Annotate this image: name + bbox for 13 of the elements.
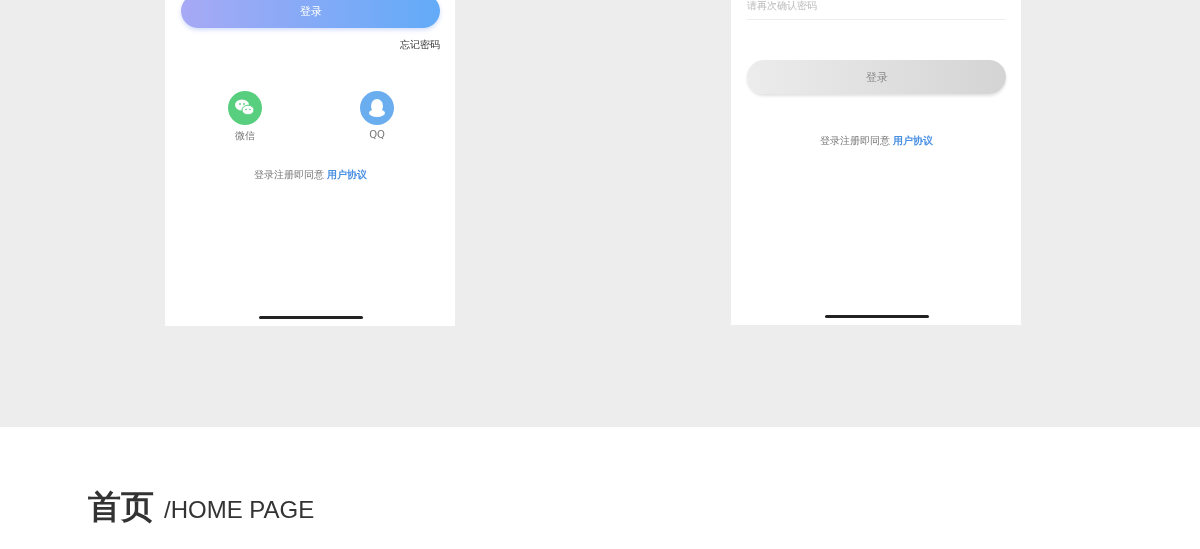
chat-bubbles-icon[interactable]: [228, 91, 262, 125]
forgot-password-link[interactable]: 忘记密码: [400, 38, 440, 52]
login-button[interactable]: 登录: [181, 0, 440, 28]
section-subtitle: /HOME PAGE: [164, 496, 315, 524]
social-label: QQ: [369, 129, 385, 140]
social-label: 微信: [235, 129, 255, 143]
user-agreement-link[interactable]: 用户协议: [327, 169, 368, 180]
penguin-icon[interactable]: [360, 91, 394, 125]
agreement-text: 登录注册即同意 用户协议: [252, 168, 369, 182]
section-title: 首页: [88, 486, 154, 528]
user-agreement-link[interactable]: 用户协议: [893, 135, 934, 146]
input-field[interactable]: 请再次确认密码: [747, 0, 1006, 20]
agreement-text: 登录注册即同意 用户协议: [818, 134, 935, 148]
